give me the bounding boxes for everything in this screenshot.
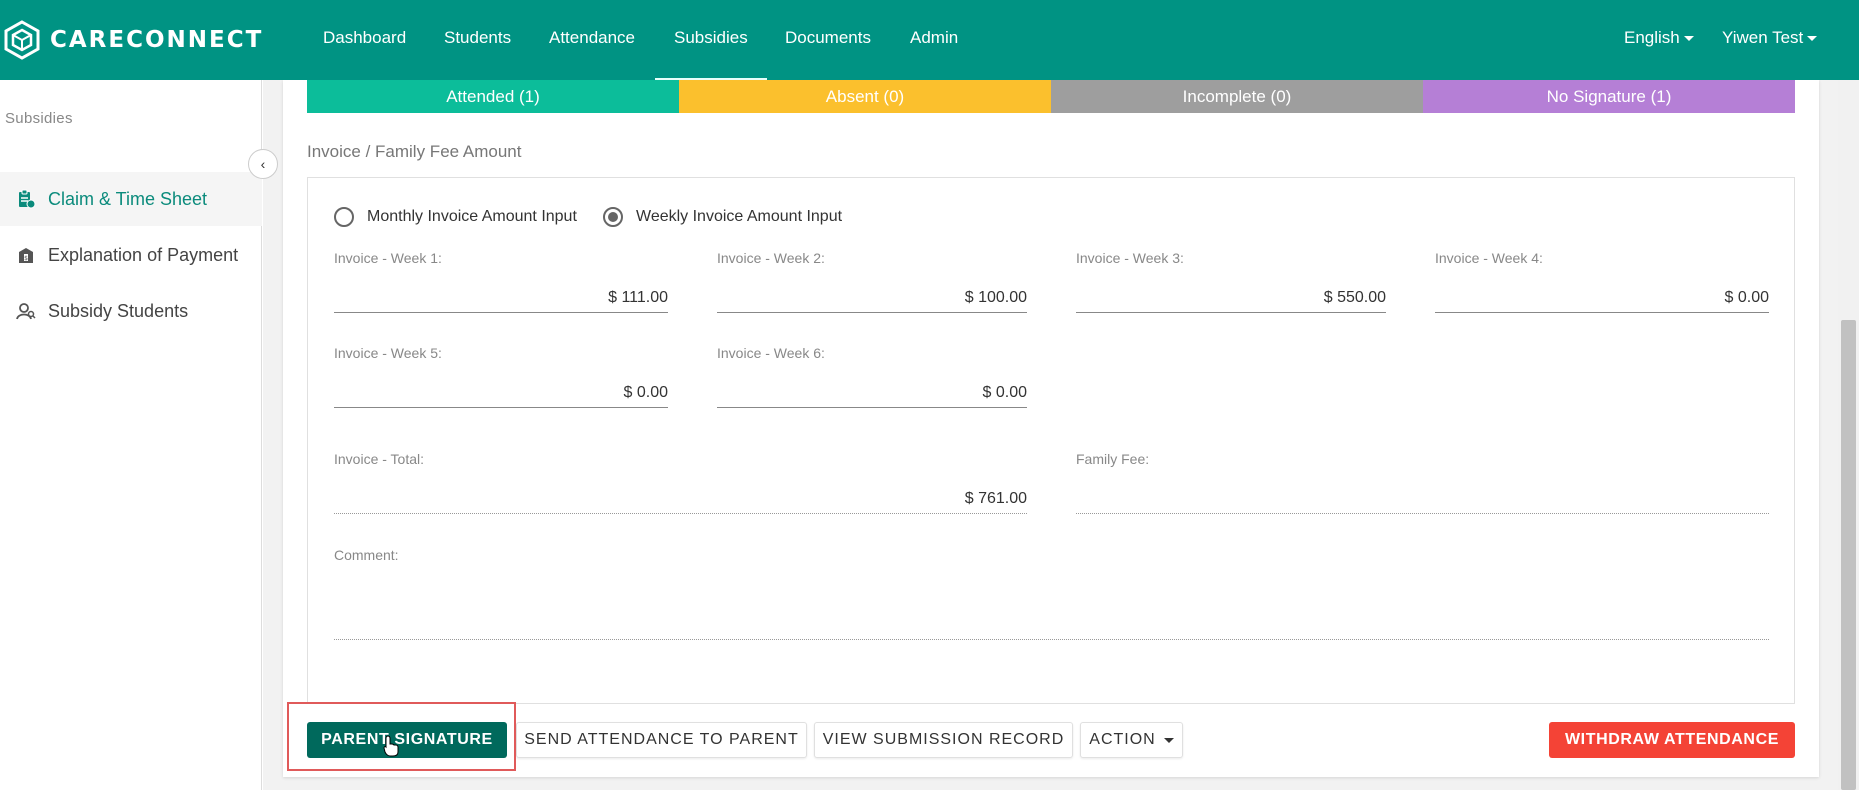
chevron-down-icon — [1163, 737, 1174, 743]
radio-label: Weekly Invoice Amount Input — [636, 208, 843, 225]
sidebar-item-explanation-of-payment[interactable]: $ Explanation of Payment — [0, 228, 262, 282]
week-4-label: Invoice - Week 4: — [1435, 250, 1543, 266]
clipboard-icon — [19, 189, 36, 209]
comment-label: Comment: — [334, 547, 399, 563]
nav-admin[interactable]: Admin — [910, 28, 958, 48]
week-6-label: Invoice - Week 6: — [717, 345, 825, 361]
week-3-input[interactable]: $ 550.00 — [1076, 283, 1386, 313]
invoice-total-label: Invoice - Total: — [334, 451, 425, 467]
sidebar-item-label: Subsidy Students — [48, 300, 189, 321]
nav-students[interactable]: Students — [444, 28, 511, 48]
monthly-invoice-radio[interactable]: Monthly Invoice Amount Input — [334, 207, 577, 227]
family-fee-label: Family Fee: — [1076, 451, 1150, 467]
sidebar-item-subsidy-students[interactable]: Subsidy Students — [0, 284, 262, 338]
storefront-icon: $ — [19, 248, 33, 263]
radio-label: Monthly Invoice Amount Input — [367, 208, 577, 225]
svg-text:$: $ — [24, 255, 28, 262]
scrollbar-thumb[interactable] — [1841, 320, 1856, 790]
week-1-label: Invoice - Week 1: — [334, 250, 442, 266]
send-attendance-to-parent-button[interactable]: SEND ATTENDANCE TO PARENT — [516, 722, 807, 758]
sidebar-section-title: Subsidies — [5, 110, 73, 127]
status-absent[interactable]: Absent (0) — [679, 80, 1051, 113]
week-2-input[interactable]: $ 100.00 — [717, 283, 1027, 313]
week-4-input[interactable]: $ 0.00 — [1435, 283, 1769, 313]
user-name: Yiwen Test — [1722, 28, 1804, 47]
chevron-down-icon — [1807, 36, 1818, 42]
sidebar: Subsidies Claim & Time Sheet $ Explanati… — [0, 80, 262, 790]
top-navbar: CARECONNECT Dashboard Students Attendanc… — [0, 0, 1859, 80]
chevron-down-icon — [1683, 36, 1694, 42]
careconnect-logo-icon — [4, 20, 40, 60]
user-search-icon — [16, 303, 36, 320]
brand-logo[interactable]: CARECONNECT — [2, 20, 263, 60]
sidebar-item-label: Explanation of Payment — [48, 244, 239, 265]
chevron-left-icon: ‹ — [260, 156, 266, 172]
weekly-invoice-radio[interactable]: Weekly Invoice Amount Input — [603, 207, 842, 227]
invoice-total-field: $ 761.00 — [334, 484, 1027, 514]
comment-field[interactable] — [334, 610, 1769, 640]
radio-checked-icon[interactable] — [603, 207, 623, 227]
status-no-signature[interactable]: No Signature (1) — [1423, 80, 1795, 113]
nav-documents[interactable]: Documents — [785, 28, 871, 48]
radio-unchecked-icon[interactable] — [334, 207, 354, 227]
week-1-input[interactable]: $ 111.00 — [334, 283, 668, 313]
family-fee-field — [1076, 484, 1769, 514]
sidebar-item-claim-time-sheet[interactable]: Claim & Time Sheet — [0, 172, 262, 226]
action-dropdown-button[interactable]: ACTION — [1080, 722, 1183, 758]
nav-attendance[interactable]: Attendance — [549, 28, 635, 48]
language-dropdown[interactable]: English — [1624, 28, 1694, 48]
week-5-input[interactable]: $ 0.00 — [334, 378, 668, 408]
week-3-label: Invoice - Week 3: — [1076, 250, 1184, 266]
nav-subsidies[interactable]: Subsidies — [674, 28, 748, 48]
nav-dashboard[interactable]: Dashboard — [323, 28, 406, 48]
hand-cursor-icon — [383, 735, 399, 757]
section-title: Invoice / Family Fee Amount — [307, 142, 522, 161]
status-attended[interactable]: Attended (1) — [307, 80, 679, 113]
parent-signature-button[interactable]: PARENT SIGNATURE — [307, 722, 507, 758]
withdraw-attendance-button[interactable]: WITHDRAW ATTENDANCE — [1549, 722, 1795, 758]
week-5-label: Invoice - Week 5: — [334, 345, 442, 361]
brand-name: CARECONNECT — [50, 27, 264, 53]
user-menu[interactable]: Yiwen Test — [1722, 28, 1818, 48]
status-incomplete[interactable]: Incomplete (0) — [1051, 80, 1423, 113]
week-2-label: Invoice - Week 2: — [717, 250, 825, 266]
language-label: English — [1624, 28, 1680, 47]
action-label: ACTION — [1089, 731, 1156, 748]
sidebar-collapse-button[interactable]: ‹ — [248, 149, 278, 179]
week-6-input[interactable]: $ 0.00 — [717, 378, 1027, 408]
view-submission-record-button[interactable]: VIEW SUBMISSION RECORD — [814, 722, 1073, 758]
nav-active-indicator — [655, 78, 767, 80]
sidebar-item-label: Claim & Time Sheet — [48, 188, 208, 209]
